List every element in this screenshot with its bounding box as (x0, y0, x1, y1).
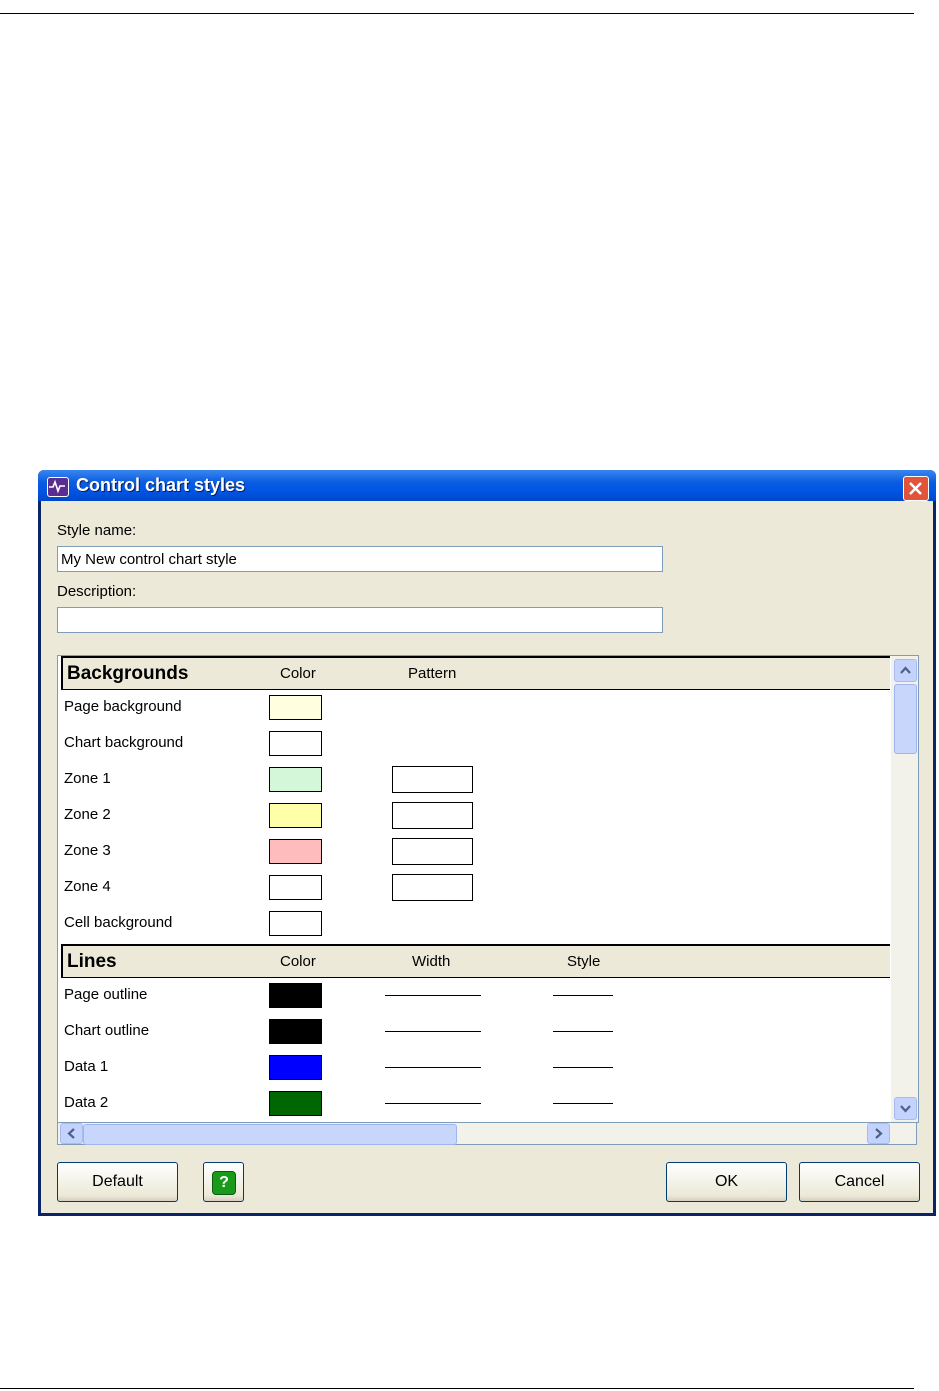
page-top-rule (0, 13, 914, 14)
background-color-swatch[interactable] (269, 911, 322, 936)
line-row-label: Data 2 (64, 1094, 109, 1111)
grid-content: Backgrounds Color Pattern Lines Color Wi… (58, 656, 890, 1122)
chevron-right-icon (875, 1128, 883, 1139)
horizontal-scrollbar[interactable] (57, 1123, 917, 1145)
dialog-client-area: Style name: Description: Backgrounds Col… (41, 501, 933, 1213)
cancel-button[interactable]: Cancel (799, 1162, 920, 1202)
control-chart-app-icon (47, 477, 69, 497)
line-width-picker[interactable] (385, 1067, 481, 1068)
background-color-swatch[interactable] (269, 839, 322, 864)
help-button[interactable]: ? (203, 1162, 244, 1202)
background-color-swatch[interactable] (269, 875, 322, 900)
background-pattern-picker[interactable] (392, 802, 473, 829)
line-style-picker[interactable] (553, 1031, 613, 1032)
background-row-label: Chart background (64, 734, 184, 751)
line-width-picker[interactable] (385, 995, 481, 996)
chevron-left-icon (67, 1128, 75, 1139)
backgrounds-color-column-header: Color (280, 665, 316, 682)
line-color-swatch[interactable] (269, 1091, 322, 1116)
line-style-picker[interactable] (553, 995, 613, 996)
style-name-label: Style name: (57, 522, 137, 539)
lines-section-header: Lines Color Width Style (61, 944, 890, 978)
background-pattern-picker[interactable] (392, 838, 473, 865)
line-width-picker[interactable] (385, 1103, 481, 1104)
background-row-label: Zone 4 (64, 878, 111, 895)
line-width-picker[interactable] (385, 1031, 481, 1032)
scroll-down-button[interactable] (894, 1097, 917, 1120)
default-button[interactable]: Default (57, 1162, 178, 1202)
chevron-down-icon (900, 1105, 911, 1113)
lines-style-column-header: Style (567, 953, 601, 970)
scroll-left-button[interactable] (60, 1123, 83, 1144)
line-color-swatch[interactable] (269, 1055, 322, 1080)
style-name-input[interactable] (57, 546, 663, 572)
background-row-label: Zone 1 (64, 770, 111, 787)
background-color-swatch[interactable] (269, 767, 322, 792)
line-row-label: Page outline (64, 986, 148, 1003)
window-title: Control chart styles (76, 475, 246, 495)
description-label: Description: (57, 583, 137, 600)
chevron-up-icon (900, 666, 911, 674)
backgrounds-section-header: Backgrounds Color Pattern (61, 656, 890, 690)
horizontal-scroll-thumb[interactable] (83, 1124, 457, 1145)
vertical-scroll-thumb[interactable] (894, 684, 917, 754)
line-color-swatch[interactable] (269, 983, 322, 1008)
lines-title: Lines (67, 951, 117, 972)
background-color-swatch[interactable] (269, 731, 322, 756)
scroll-up-button[interactable] (894, 659, 917, 682)
line-style-picker[interactable] (553, 1067, 613, 1068)
lines-color-column-header: Color (280, 953, 316, 970)
close-icon (909, 482, 922, 495)
line-row-label: Data 1 (64, 1058, 109, 1075)
line-row-label: Chart outline (64, 1022, 150, 1039)
background-color-swatch[interactable] (269, 695, 322, 720)
background-pattern-picker[interactable] (392, 766, 473, 793)
scroll-right-button[interactable] (867, 1123, 890, 1144)
background-color-swatch[interactable] (269, 803, 322, 828)
lines-width-column-header: Width (412, 953, 451, 970)
line-style-picker[interactable] (553, 1103, 613, 1104)
close-button[interactable] (903, 476, 929, 501)
background-pattern-picker[interactable] (392, 874, 473, 901)
help-icon: ? (212, 1171, 236, 1195)
background-row-label: Page background (64, 698, 182, 715)
style-property-grid[interactable]: Backgrounds Color Pattern Lines Color Wi… (57, 655, 919, 1123)
title-bar[interactable]: Control chart styles (38, 470, 936, 501)
line-color-swatch[interactable] (269, 1019, 322, 1044)
control-chart-styles-dialog: Control chart styles Style name: Descrip… (38, 470, 936, 1216)
page-bottom-rule (0, 1388, 914, 1389)
ok-button[interactable]: OK (666, 1162, 787, 1202)
description-input[interactable] (57, 607, 663, 633)
background-row-label: Cell background (64, 914, 173, 931)
background-row-label: Zone 2 (64, 806, 111, 823)
backgrounds-title: Backgrounds (67, 663, 189, 684)
background-row-label: Zone 3 (64, 842, 111, 859)
vertical-scrollbar[interactable] (891, 656, 918, 1122)
backgrounds-pattern-column-header: Pattern (408, 665, 457, 682)
